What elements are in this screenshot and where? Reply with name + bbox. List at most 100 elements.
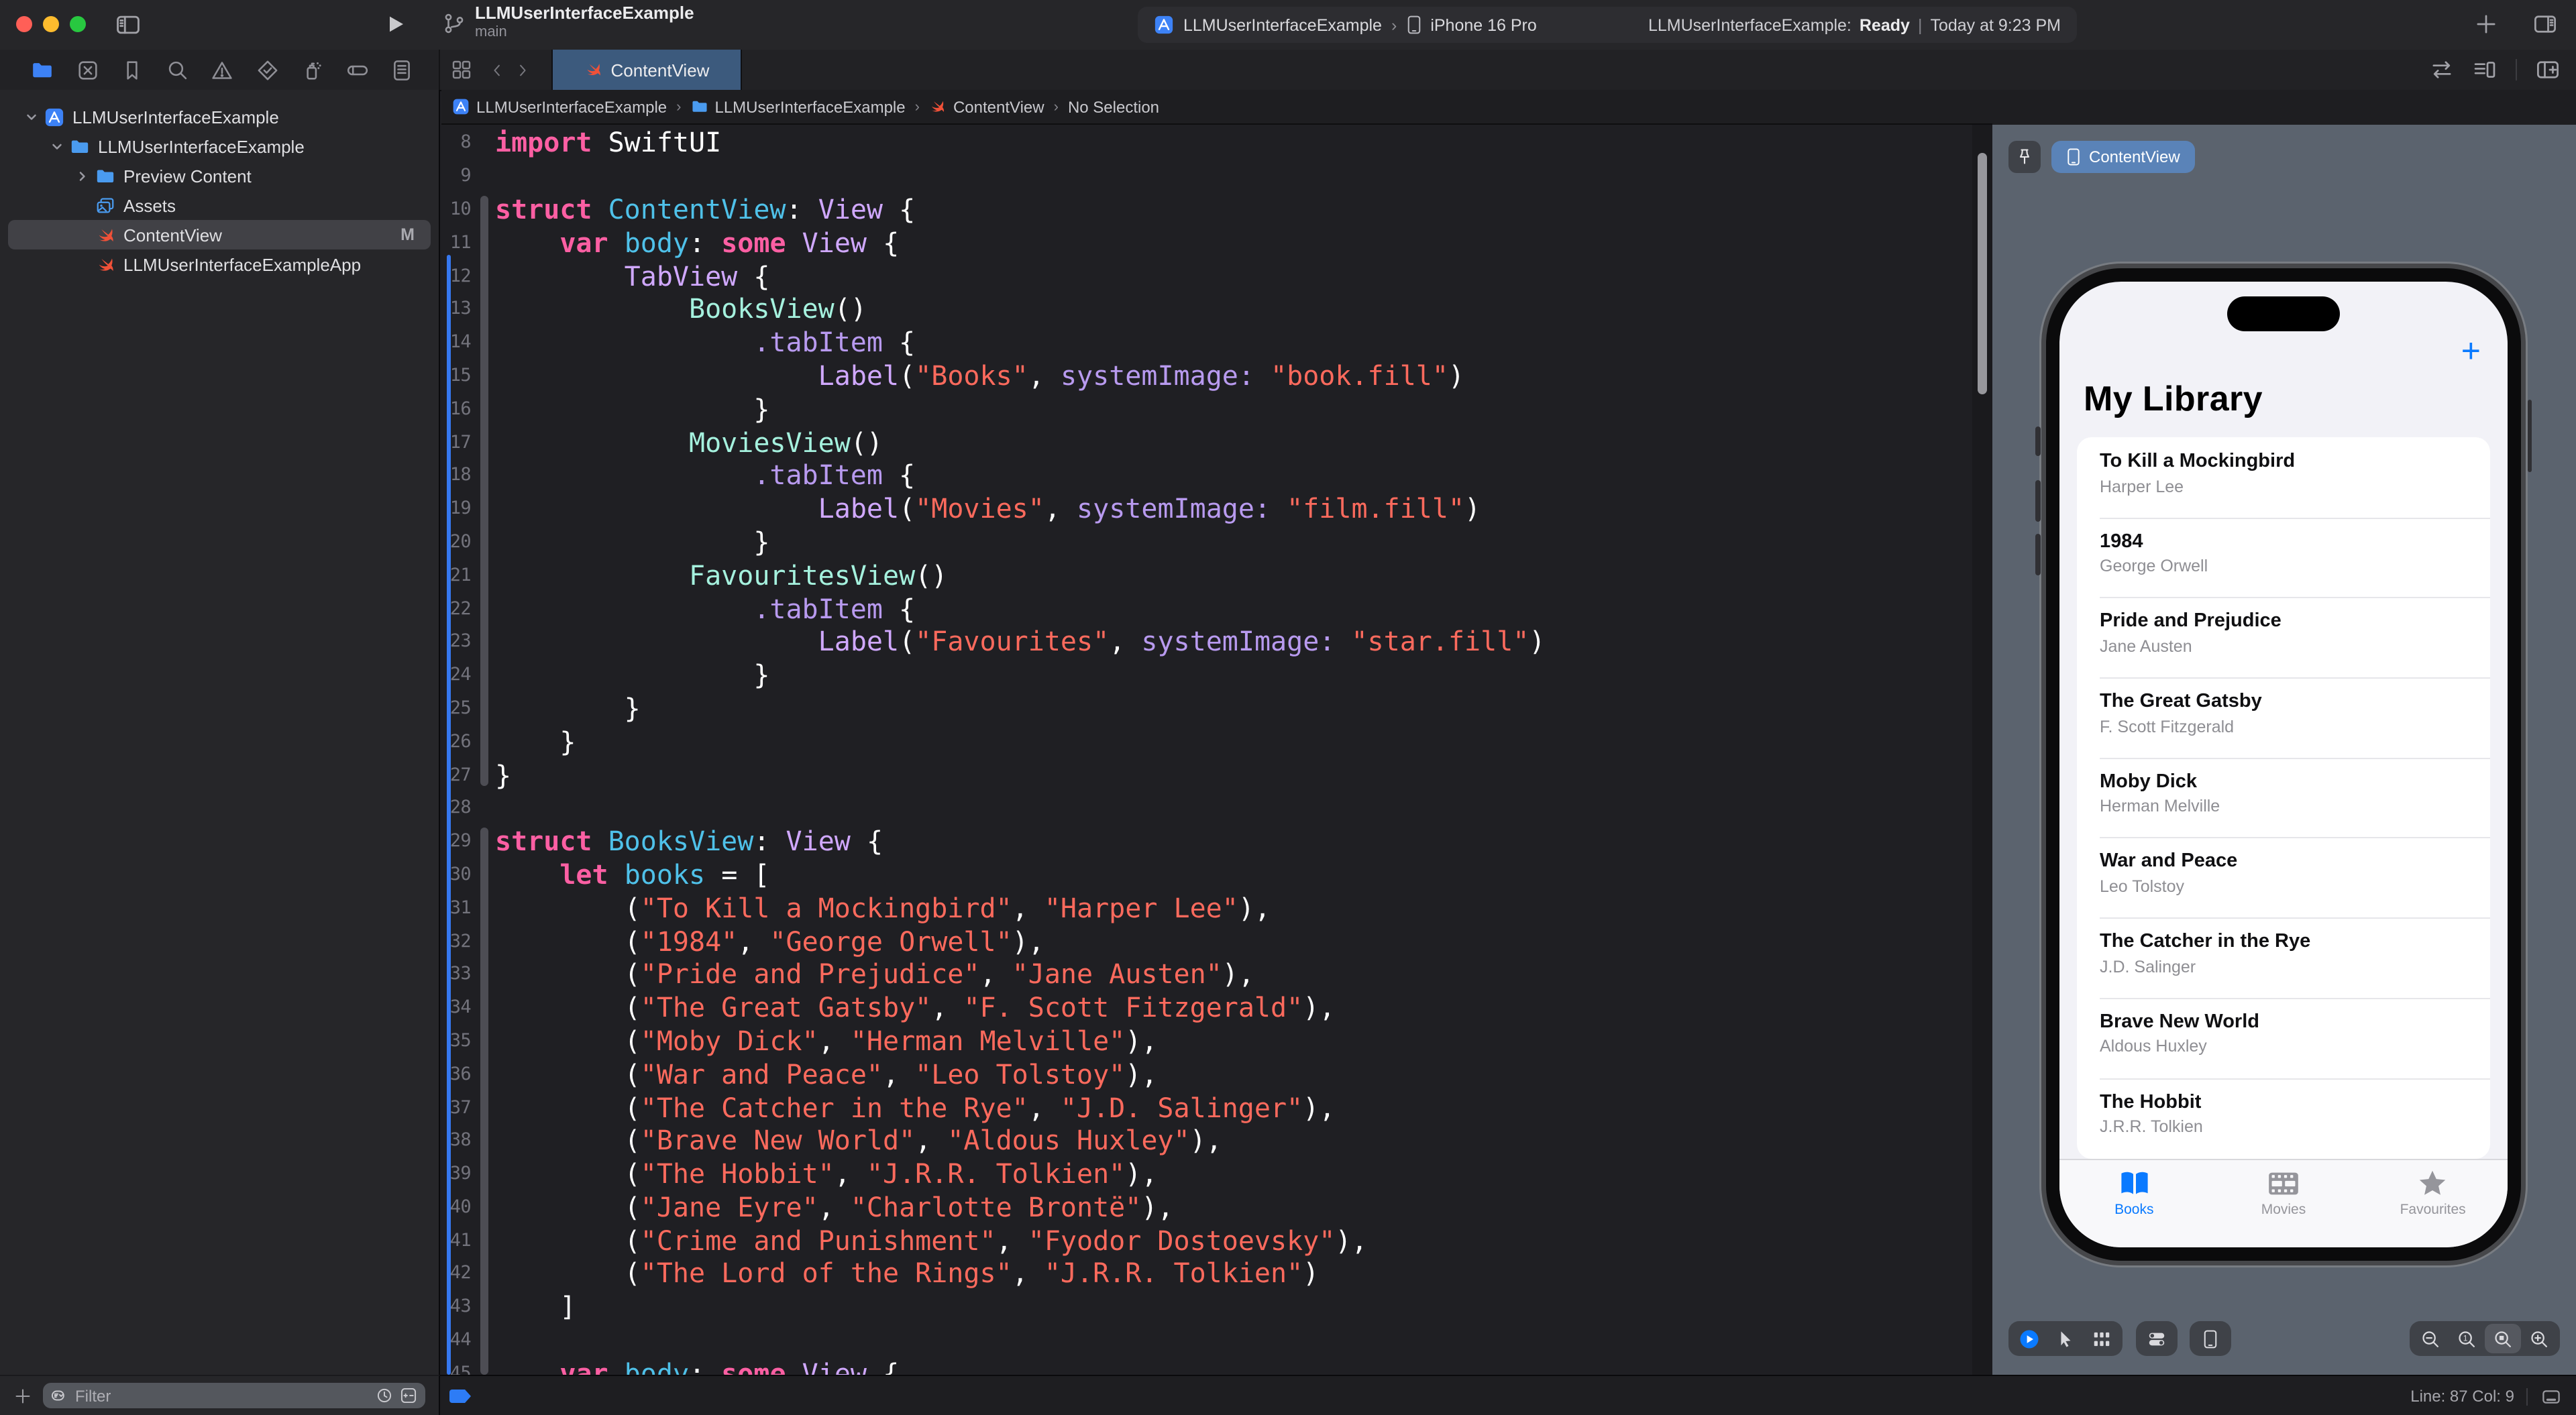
line-number[interactable]: 34 xyxy=(441,997,471,1018)
close-button[interactable] xyxy=(16,16,32,32)
minimize-button[interactable] xyxy=(43,16,59,32)
list-item[interactable]: To Kill a MockingbirdHarper Lee xyxy=(2077,437,2490,517)
list-item[interactable]: War and PeaceLeo Tolstoy xyxy=(2077,838,2490,917)
line-number[interactable]: 30 xyxy=(441,864,471,885)
run-button[interactable] xyxy=(385,13,407,35)
forward-button[interactable] xyxy=(514,60,531,80)
tab-movies[interactable]: Movies xyxy=(2209,1170,2359,1247)
navigator-tab-tag-icon[interactable] xyxy=(345,58,368,81)
navigator-tab-warning-icon[interactable] xyxy=(211,58,233,81)
line-number[interactable]: 18 xyxy=(441,465,471,486)
line-number[interactable]: 35 xyxy=(441,1030,471,1052)
sidebar-item-llmuserinterfaceexample[interactable]: LLMUserInterfaceExample xyxy=(8,131,431,161)
list-item[interactable]: The Catcher in the RyeJ.D. Salinger xyxy=(2077,917,2490,997)
sidebar-item-llmuserinterfaceexample[interactable]: LLMUserInterfaceExample xyxy=(8,102,431,131)
tab-favourites[interactable]: Favourites xyxy=(2358,1170,2508,1247)
navigator-tab-search-icon[interactable] xyxy=(166,58,189,81)
line-number[interactable]: 33 xyxy=(441,964,471,985)
line-number[interactable]: 12 xyxy=(441,265,471,286)
list-item[interactable]: 1984George Orwell xyxy=(2077,517,2490,597)
scrollbar-thumb[interactable] xyxy=(1978,153,1987,394)
line-number[interactable]: 20 xyxy=(441,531,471,553)
line-number[interactable]: 13 xyxy=(441,298,471,320)
preview-variants-grid-button[interactable] xyxy=(2084,1324,2120,1353)
zoom-actual-button[interactable]: 1 xyxy=(2449,1324,2485,1353)
list-item[interactable]: The Great GatsbyF. Scott Fitzgerald xyxy=(2077,677,2490,757)
recent-files-icon[interactable] xyxy=(376,1387,393,1404)
zoom-fit-button[interactable] xyxy=(2485,1324,2521,1353)
line-number[interactable]: 36 xyxy=(441,1063,471,1084)
line-number[interactable]: 31 xyxy=(441,897,471,918)
pin-preview-button[interactable] xyxy=(2008,141,2041,173)
breadcrumb-llmuserinterfaceexample[interactable]: LLMUserInterfaceExample xyxy=(452,97,667,116)
scheme-project[interactable]: LLMUserInterfaceExample xyxy=(1183,15,1382,34)
editor-list-icon[interactable] xyxy=(2473,58,2497,82)
navigator-tab-xsquare-icon[interactable] xyxy=(76,58,99,81)
breadcrumb-contentview[interactable]: ContentView xyxy=(929,97,1044,116)
breadcrumb-llmuserinterfaceexample[interactable]: LLMUserInterfaceExample xyxy=(690,97,905,116)
choose-device-button[interactable] xyxy=(2192,1324,2229,1353)
line-number[interactable]: 24 xyxy=(441,664,471,685)
line-number[interactable]: 8 xyxy=(441,132,471,154)
sidebar-item-contentview[interactable]: ContentViewM xyxy=(8,220,431,249)
line-number[interactable]: 41 xyxy=(441,1229,471,1251)
back-button[interactable] xyxy=(488,60,506,80)
plus-icon[interactable] xyxy=(2474,12,2498,36)
toggle-navigator-icon[interactable] xyxy=(115,12,141,38)
line-number[interactable]: 25 xyxy=(441,697,471,719)
navigator-tab-spray-icon[interactable] xyxy=(301,58,323,81)
keyboard-icon[interactable] xyxy=(2540,1386,2563,1406)
preview-play-circle-button[interactable] xyxy=(2011,1324,2047,1353)
line-number[interactable]: 14 xyxy=(441,331,471,353)
line-number[interactable]: 21 xyxy=(441,565,471,586)
panel-right-icon[interactable] xyxy=(2533,12,2557,36)
line-number[interactable]: 16 xyxy=(441,398,471,420)
navigator-tab-report-icon[interactable] xyxy=(390,58,413,81)
line-number[interactable]: 15 xyxy=(441,365,471,386)
breadcrumb-no-selection[interactable]: No Selection xyxy=(1068,97,1159,116)
list-item[interactable]: Brave New WorldAldous Huxley xyxy=(2077,998,2490,1078)
line-number[interactable]: 28 xyxy=(441,797,471,819)
line-number[interactable]: 38 xyxy=(441,1130,471,1151)
line-number[interactable]: 23 xyxy=(441,631,471,653)
line-number[interactable]: 42 xyxy=(441,1263,471,1284)
sidebar-item-preview-content[interactable]: Preview Content xyxy=(8,161,431,190)
line-number[interactable]: 22 xyxy=(441,598,471,619)
line-number[interactable]: 37 xyxy=(441,1096,471,1118)
list-item[interactable]: The HobbitJ.R.R. Tolkien xyxy=(2077,1078,2490,1157)
scheme-status-pill[interactable]: LLMUserInterfaceExample › iPhone 16 Pro … xyxy=(1138,7,2077,43)
swap-icon[interactable] xyxy=(2430,58,2454,82)
add-book-button[interactable]: + xyxy=(2461,335,2481,369)
zoom-in-button[interactable] xyxy=(2521,1324,2557,1353)
disclosure-open-icon[interactable] xyxy=(24,109,39,124)
zoom-out-button[interactable] xyxy=(2412,1324,2449,1353)
navigator-tab-test-diamond-icon[interactable] xyxy=(256,58,278,81)
line-number[interactable]: 11 xyxy=(441,232,471,253)
preview-pointer-button[interactable] xyxy=(2047,1324,2084,1353)
line-number[interactable]: 29 xyxy=(441,830,471,852)
related-items-icon[interactable] xyxy=(451,59,472,80)
source-control-filter-icon[interactable] xyxy=(400,1387,417,1404)
line-number[interactable]: 19 xyxy=(441,498,471,519)
zoom-button[interactable] xyxy=(70,16,86,32)
add-file-icon[interactable] xyxy=(13,1386,32,1405)
filter-input[interactable]: Filter xyxy=(43,1383,425,1408)
list-item[interactable]: Pride and PrejudiceJane Austen xyxy=(2077,598,2490,677)
source-editor[interactable]: 8import SwiftUI910struct ContentView: Vi… xyxy=(441,125,1992,1375)
line-number[interactable]: 44 xyxy=(441,1329,471,1351)
tab-books[interactable]: Books xyxy=(2059,1170,2209,1247)
line-number[interactable]: 45 xyxy=(441,1363,471,1375)
line-number[interactable]: 40 xyxy=(441,1196,471,1218)
tab-contentview[interactable]: ContentView xyxy=(551,50,742,90)
scheme-destination[interactable]: iPhone 16 Pro xyxy=(1430,15,1536,34)
sidebar-item-assets[interactable]: Assets xyxy=(8,190,431,220)
line-number[interactable]: 10 xyxy=(441,199,471,220)
sidebar-item-llmuserinterfaceexampleapp[interactable]: LLMUserInterfaceExampleApp xyxy=(8,249,431,279)
line-number[interactable]: 43 xyxy=(441,1296,471,1318)
device-settings-button[interactable] xyxy=(2139,1324,2175,1353)
line-number[interactable]: 17 xyxy=(441,431,471,453)
jump-bar[interactable]: LLMUserInterfaceExample›LLMUserInterface… xyxy=(441,90,1992,125)
disclosure-closed-icon[interactable] xyxy=(75,168,90,183)
navigator-tab-folder-icon[interactable] xyxy=(31,58,54,81)
line-number[interactable]: 26 xyxy=(441,730,471,752)
